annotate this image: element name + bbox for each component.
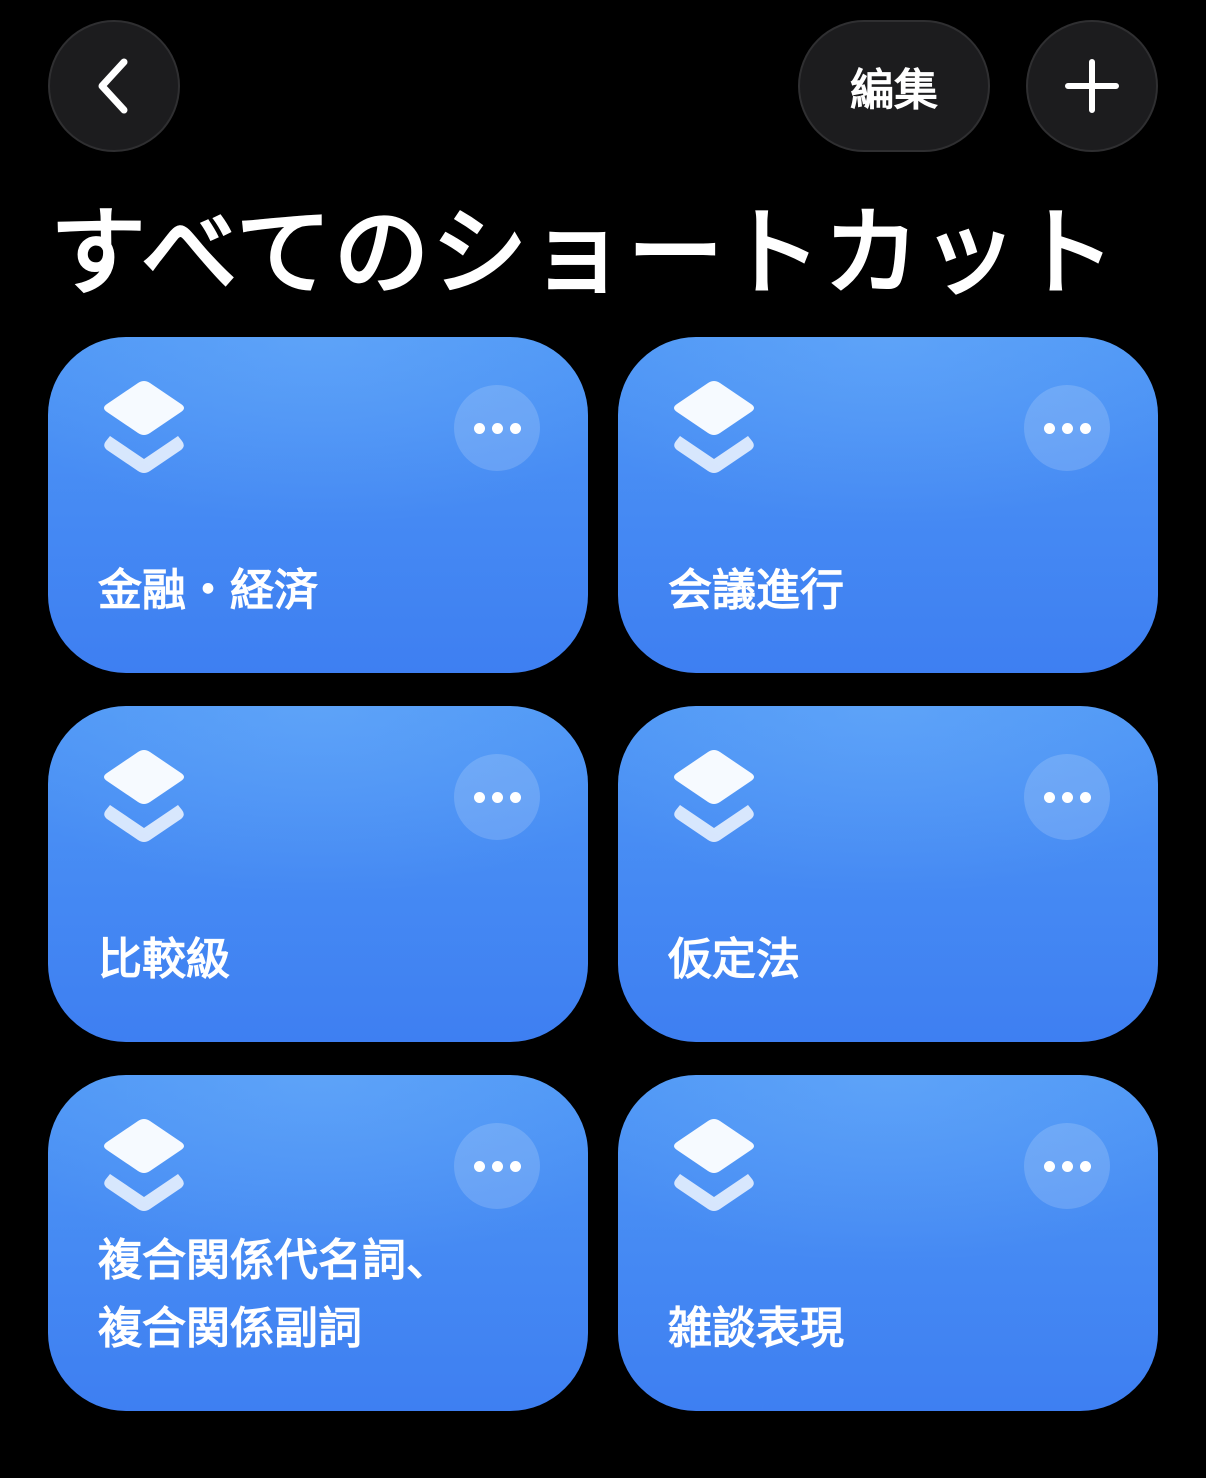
dot-icon <box>1079 791 1091 803</box>
plus-icon <box>1065 59 1119 113</box>
dot-icon <box>491 1160 503 1172</box>
layers-icon <box>104 750 184 842</box>
page-title: すべてのショートカット <box>50 197 1118 309</box>
dot-icon <box>1079 422 1091 434</box>
edit-button-label: 編集 <box>850 65 938 116</box>
shortcut-grid: 金融・経済 会議進行 比較級 仮定法 複合関係代名詞、 複合関係副詞 雑談表現 <box>48 337 1158 1411</box>
shortcut-tile[interactable]: 金融・経済 <box>48 337 588 673</box>
shortcut-tile[interactable]: 会議進行 <box>618 337 1158 673</box>
more-options-button[interactable] <box>454 385 540 471</box>
more-options-button[interactable] <box>454 1123 540 1209</box>
shortcut-label: 金融・経済 <box>98 565 318 616</box>
dot-icon <box>1043 791 1055 803</box>
more-options-button[interactable] <box>1024 385 1110 471</box>
shortcut-label: 複合関係代名詞、 複合関係副詞 <box>98 1235 450 1354</box>
more-options-button[interactable] <box>1024 1123 1110 1209</box>
layers-icon <box>674 381 754 473</box>
dot-icon <box>1061 422 1073 434</box>
dot-icon <box>1079 1160 1091 1172</box>
dot-icon <box>1043 422 1055 434</box>
dot-icon <box>473 791 485 803</box>
more-options-button[interactable] <box>454 754 540 840</box>
edit-button[interactable]: 編集 <box>798 20 990 152</box>
shortcut-tile[interactable]: 比較級 <box>48 706 588 1042</box>
layers-icon <box>674 1119 754 1211</box>
layers-icon <box>104 1119 184 1211</box>
shortcut-tile[interactable]: 雑談表現 <box>618 1075 1158 1411</box>
dot-icon <box>509 791 521 803</box>
dot-icon <box>509 422 521 434</box>
dot-icon <box>473 422 485 434</box>
shortcut-label: 仮定法 <box>668 934 800 985</box>
chevron-left-icon <box>98 58 128 114</box>
dot-icon <box>1061 791 1073 803</box>
dot-icon <box>509 1160 521 1172</box>
layers-icon <box>104 381 184 473</box>
shortcut-tile[interactable]: 複合関係代名詞、 複合関係副詞 <box>48 1075 588 1411</box>
shortcut-label: 雑談表現 <box>668 1303 844 1354</box>
add-shortcut-button[interactable] <box>1026 20 1158 152</box>
shortcut-tile[interactable]: 仮定法 <box>618 706 1158 1042</box>
more-options-button[interactable] <box>1024 754 1110 840</box>
dot-icon <box>1061 1160 1073 1172</box>
dot-icon <box>491 422 503 434</box>
dot-icon <box>1043 1160 1055 1172</box>
dot-icon <box>473 1160 485 1172</box>
shortcut-label: 会議進行 <box>668 565 844 616</box>
back-button[interactable] <box>48 20 180 152</box>
dot-icon <box>491 791 503 803</box>
shortcut-label: 比較級 <box>98 934 230 985</box>
layers-icon <box>674 750 754 842</box>
